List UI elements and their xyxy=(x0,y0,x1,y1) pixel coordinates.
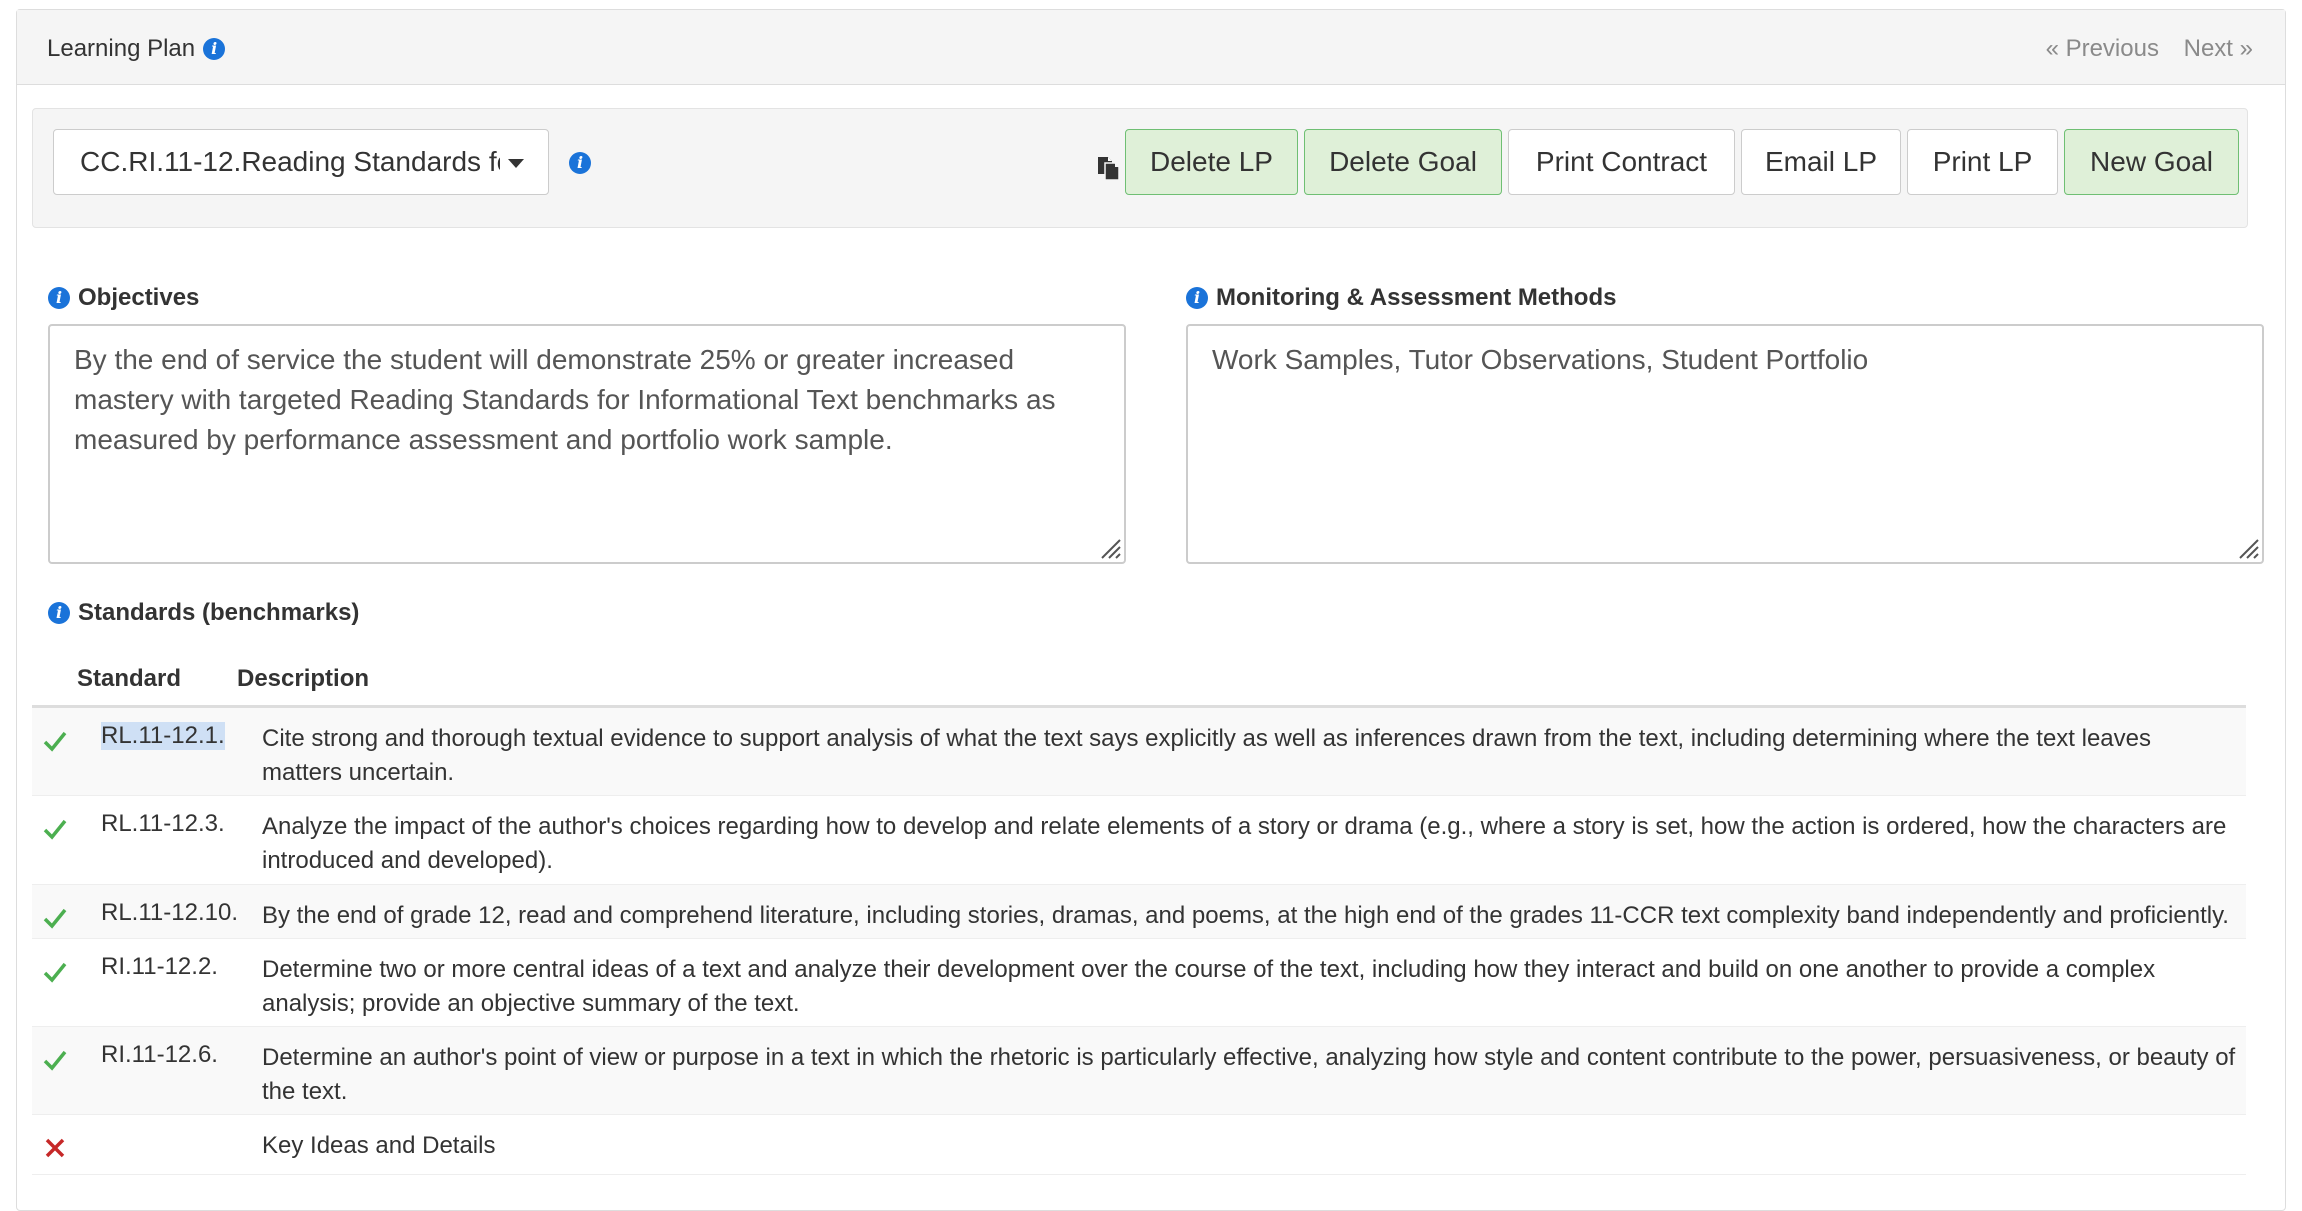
standard-code: RL.11-12.1. xyxy=(101,722,225,750)
table-row[interactable]: RI.11-12.2. Determine two or more centra… xyxy=(32,939,2246,1027)
info-icon[interactable]: i xyxy=(48,602,70,624)
objectives-textarea[interactable]: By the end of service the student will d… xyxy=(48,324,1126,564)
panel-heading: Learning Plan i « Previous Next » xyxy=(17,10,2285,85)
checkmark-icon xyxy=(43,908,67,929)
table-row[interactable]: RI.11-12.6. Determine an author's point … xyxy=(32,1027,2246,1115)
next-link[interactable]: Next » xyxy=(2184,35,2253,62)
table-header: Standard Description xyxy=(32,655,2246,708)
new-goal-button[interactable]: New Goal xyxy=(2064,129,2239,195)
monitoring-text: Work Samples, Tutor Observations, Studen… xyxy=(1212,344,1869,375)
info-icon[interactable]: i xyxy=(48,287,70,309)
column-header-standard: Standard xyxy=(77,665,182,692)
standard-description: Cite strong and thorough textual evidenc… xyxy=(262,725,2152,786)
standard-code: RI.11-12.6. xyxy=(101,1041,218,1068)
monitoring-label-text: Monitoring & Assessment Methods xyxy=(1216,284,1617,311)
table-row[interactable]: RL.11-12.10. By the end of grade 12, rea… xyxy=(32,885,2246,939)
checkmark-icon xyxy=(43,819,67,840)
table-row[interactable]: RL.11-12.3. Analyze the impact of the au… xyxy=(32,796,2246,885)
info-icon[interactable]: i xyxy=(203,38,226,60)
pager: « Previous Next » xyxy=(2028,35,2253,63)
panel-title-text: Learning Plan xyxy=(47,35,196,62)
standard-description: Determine an author's point of view or p… xyxy=(262,1044,2236,1105)
delete-lp-button[interactable]: Delete LP xyxy=(1125,129,1298,195)
resize-grip-icon[interactable] xyxy=(1096,534,1122,560)
standard-description: Key Ideas and Details xyxy=(262,1132,496,1159)
email-lp-button[interactable]: Email LP xyxy=(1741,129,1901,195)
standard-description: Analyze the impact of the author's choic… xyxy=(262,813,2227,874)
standards-label: i Standards (benchmarks) xyxy=(48,599,359,627)
delete-goal-button[interactable]: Delete Goal xyxy=(1304,129,1502,195)
checkmark-icon xyxy=(43,1050,67,1071)
print-contract-button[interactable]: Print Contract xyxy=(1508,129,1735,195)
standard-description: By the end of grade 12, read and compreh… xyxy=(262,902,2229,929)
info-icon[interactable]: i xyxy=(1186,287,1208,309)
caret-down-icon xyxy=(508,159,524,168)
copy-icon[interactable] xyxy=(1096,155,1122,181)
monitoring-label: i Monitoring & Assessment Methods xyxy=(1186,284,1616,312)
objectives-label-text: Objectives xyxy=(78,284,200,311)
table-row[interactable]: RL.11-12.1. Cite strong and thorough tex… xyxy=(32,708,2246,796)
objectives-text: By the end of service the student will d… xyxy=(74,344,1056,455)
checkmark-icon xyxy=(43,731,67,752)
checkmark-icon xyxy=(43,962,67,983)
goal-select[interactable]: CC.RI.11-12.Reading Standards for Inform… xyxy=(53,129,549,195)
standard-description: Determine two or more central ideas of a… xyxy=(262,956,2156,1017)
standard-code: RL.11-12.3. xyxy=(101,810,225,837)
panel-title: Learning Plan i xyxy=(47,35,226,63)
table-row[interactable]: Key Ideas and Details xyxy=(32,1115,2246,1175)
goal-toolbar: CC.RI.11-12.Reading Standards for Inform… xyxy=(32,108,2248,228)
info-icon[interactable]: i xyxy=(569,152,591,174)
column-header-description: Description xyxy=(237,665,370,692)
standard-code: RI.11-12.2. xyxy=(101,953,218,980)
goal-select-value: CC.RI.11-12.Reading Standards for Inform… xyxy=(80,146,500,177)
objectives-label: i Objectives xyxy=(48,284,199,312)
standards-table: Standard Description RL.11-12.1. Cite st… xyxy=(32,655,2246,1175)
cross-icon xyxy=(45,1138,65,1158)
standard-code: RL.11-12.10. xyxy=(101,899,238,926)
monitoring-textarea[interactable]: Work Samples, Tutor Observations, Studen… xyxy=(1186,324,2264,564)
resize-grip-icon[interactable] xyxy=(2234,534,2260,560)
standards-label-text: Standards (benchmarks) xyxy=(78,599,360,626)
print-lp-button[interactable]: Print LP xyxy=(1907,129,2058,195)
previous-link[interactable]: « Previous xyxy=(2046,35,2159,62)
